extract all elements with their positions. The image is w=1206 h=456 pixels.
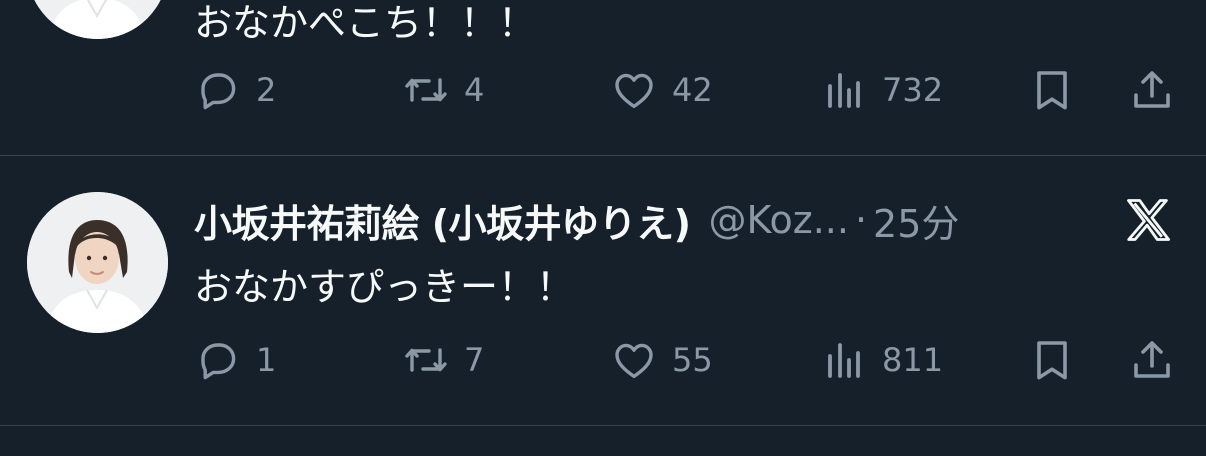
tweet-text: おなかぺこち！！！ xyxy=(194,1,537,45)
like-button[interactable]: 42 xyxy=(610,66,713,114)
like-button[interactable]: 55 xyxy=(610,336,713,384)
reply-button[interactable]: 2 xyxy=(194,66,276,114)
like-count: 42 xyxy=(672,71,713,109)
tweet[interactable]: 小坂井祐莉絵 (小坂井ゆりえ) @Koz... · 25分 おなかすぴっきー！！… xyxy=(0,156,1206,426)
timeline-feed: おなかぺこち！！！ 2 4 42 732 小坂井祐莉絵 (小坂井ゆりえ) @Ko… xyxy=(0,0,1206,456)
views-count: 811 xyxy=(882,341,944,379)
share-button[interactable] xyxy=(1128,336,1176,384)
views-button[interactable]: 811 xyxy=(820,336,943,384)
avatar-portrait-icon xyxy=(27,192,168,333)
views-count: 732 xyxy=(882,71,944,109)
share-upload-icon xyxy=(1134,71,1170,108)
user-handle[interactable]: @Koz... xyxy=(708,198,848,242)
avatar[interactable] xyxy=(27,192,168,333)
separator-dot: · xyxy=(854,198,868,242)
bookmark-icon xyxy=(1037,341,1067,380)
timestamp[interactable]: 25分 xyxy=(873,193,959,248)
heart-icon xyxy=(615,73,653,109)
speech-bubble-icon xyxy=(201,343,236,380)
bookmark-button[interactable] xyxy=(1028,66,1076,114)
share-upload-icon xyxy=(1134,341,1170,378)
tweet[interactable]: おなかぺこち！！！ 2 4 42 732 xyxy=(0,0,1206,156)
avatar-portrait-icon xyxy=(27,0,168,39)
share-button[interactable] xyxy=(1128,66,1176,114)
retweet-arrows-icon xyxy=(405,78,447,102)
tweet-divider xyxy=(0,425,1206,426)
bookmark-icon xyxy=(1037,71,1067,110)
bookmark-button[interactable] xyxy=(1028,336,1076,384)
heart-icon xyxy=(615,343,653,379)
like-count: 55 xyxy=(672,341,713,379)
retweet-button[interactable]: 4 xyxy=(402,66,484,114)
x-logo-icon[interactable] xyxy=(1122,194,1174,246)
tweet-action-bar: 2 4 42 732 xyxy=(0,66,1206,114)
retweet-arrows-icon xyxy=(405,348,447,372)
reply-count: 2 xyxy=(256,71,277,109)
tweet-header: 小坂井祐莉絵 (小坂井ゆりえ) @Koz... · 25分 xyxy=(194,192,959,248)
bar-chart-icon xyxy=(828,73,860,108)
reply-button[interactable]: 1 xyxy=(194,336,276,384)
avatar[interactable] xyxy=(27,0,168,39)
retweet-count: 4 xyxy=(464,71,485,109)
tweet-text: おなかすぴっきー！！ xyxy=(194,265,575,309)
bar-chart-icon xyxy=(828,343,860,378)
tweet-action-bar: 1 7 55 811 xyxy=(0,336,1206,384)
retweet-button[interactable]: 7 xyxy=(402,336,484,384)
reply-count: 1 xyxy=(256,341,277,379)
views-button[interactable]: 732 xyxy=(820,66,943,114)
retweet-count: 7 xyxy=(464,341,485,379)
speech-bubble-icon xyxy=(201,73,236,110)
display-name[interactable]: 小坂井祐莉絵 (小坂井ゆりえ) xyxy=(194,193,691,248)
